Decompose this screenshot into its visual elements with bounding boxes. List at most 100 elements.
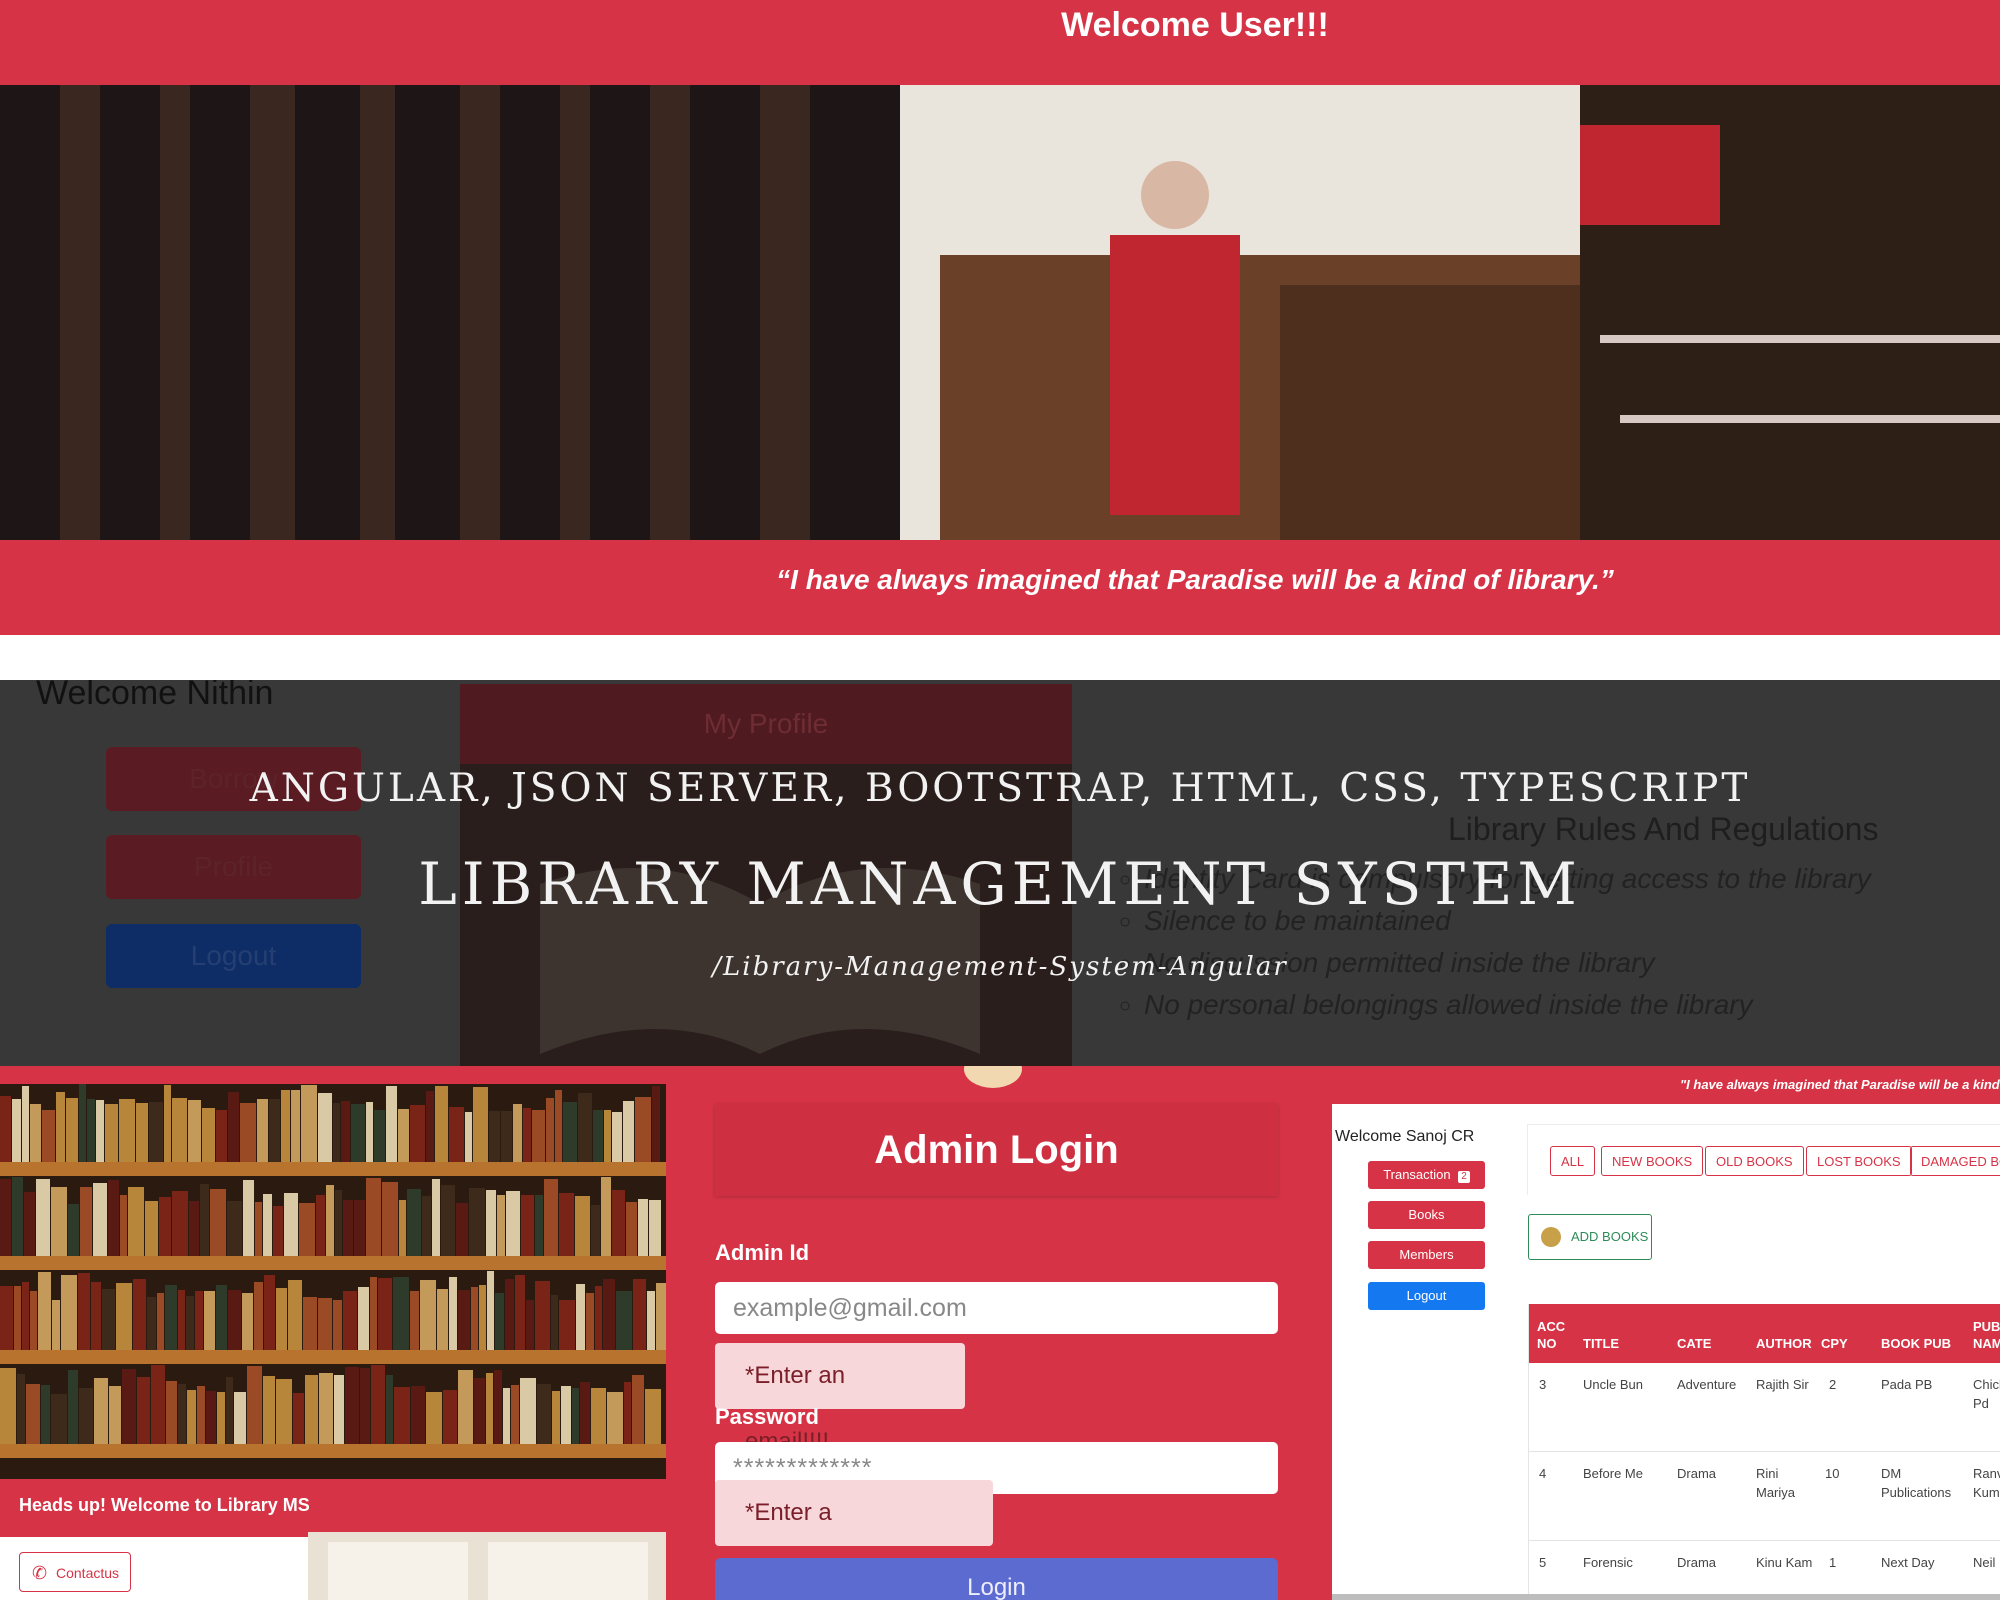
homepage-panel: Heads up! Welcome to Library MS ✆ Contac… (0, 1066, 666, 1600)
book-spine (291, 1090, 300, 1162)
book-spine (537, 1384, 551, 1444)
book-spine (228, 1290, 241, 1350)
book-spine (178, 1290, 185, 1350)
book-spine (603, 1279, 615, 1350)
book-spine (465, 1112, 472, 1162)
heads-up-alert: Heads up! Welcome to Library MS (0, 1479, 666, 1537)
book-spine (157, 1293, 164, 1350)
filter-new-books-button[interactable]: NEW BOOKS (1601, 1146, 1704, 1176)
book-spine (458, 1370, 473, 1444)
book-spine (38, 1272, 51, 1350)
table-cell: 10 (1825, 1466, 1840, 1481)
table-row[interactable]: 3 Uncle Bun Adventure Rajith Sir 2 Pada … (1529, 1363, 2000, 1452)
book-spine (51, 1394, 67, 1444)
book-spine (299, 1203, 315, 1256)
filter-all-button[interactable]: ALL (1550, 1146, 1596, 1176)
horizontal-scrollbar[interactable] (1332, 1594, 2000, 1600)
book-spine (494, 1370, 502, 1444)
admin-dashboard-panel: "I have always imagined that Paradise wi… (1332, 1066, 2000, 1600)
book-spine (437, 1289, 448, 1350)
library-hero-image (0, 85, 2000, 540)
book-spine (24, 1192, 35, 1256)
book-spine (572, 1388, 579, 1444)
email-error-alert: *Enter an email!!!!. (715, 1343, 965, 1455)
avatar-icon (964, 1066, 1022, 1088)
sidebar-item-books[interactable]: Books (1368, 1201, 1485, 1229)
admin-login-panel: Admin Login Admin Id example@gmail.com *… (666, 1066, 1332, 1600)
book-spine (149, 1102, 163, 1162)
table-cell: Uncle Bun (1583, 1377, 1643, 1392)
book-spine (178, 1384, 186, 1444)
table-row[interactable]: 5 Forensic Drama Kinu Kam 1 Next Day Nei… (1529, 1541, 2000, 1600)
book-spine (551, 1295, 558, 1350)
book-spine (109, 1386, 121, 1444)
book-spine (255, 1202, 262, 1256)
book-spine (202, 1108, 215, 1162)
book-spine (263, 1376, 275, 1444)
book-spine (515, 1275, 525, 1350)
page (328, 1542, 468, 1600)
book-spine (604, 1110, 611, 1162)
book-spine (394, 1387, 410, 1444)
contact-us-button[interactable]: ✆ Contactus (19, 1552, 131, 1592)
book-spine (410, 1291, 419, 1350)
table-cell: Ranv Kum (1973, 1466, 2000, 1500)
table-cell: Before Me (1583, 1466, 1643, 1481)
book-spine (501, 1111, 512, 1162)
book-spine (426, 1091, 434, 1162)
my-profile-header: My Profile (460, 684, 1072, 764)
book-spine (471, 1287, 478, 1350)
top-header-bar: Welcome User!!! (0, 0, 2000, 85)
book-spine (333, 1103, 340, 1162)
admin-email-input[interactable]: example@gmail.com (715, 1282, 1278, 1334)
book-spine (520, 1378, 536, 1444)
book-spine (343, 1291, 357, 1350)
book-spine (303, 1297, 317, 1350)
book-spine (22, 1282, 29, 1350)
filter-damaged-books-button[interactable]: DAMAGED BO (1910, 1146, 2000, 1176)
add-books-button[interactable]: ADD BOOKS (1528, 1214, 1652, 1260)
book-spine (366, 1178, 381, 1256)
panel-top-strip (0, 1066, 666, 1084)
book-spine (264, 1275, 275, 1350)
book-spine (559, 1300, 575, 1350)
book-spine (407, 1189, 421, 1256)
book-spine (187, 1390, 196, 1444)
table-row[interactable]: 4 Before Me Drama Rini Mariya 10 DM Publ… (1529, 1452, 2000, 1541)
book-spine (479, 1285, 486, 1350)
book-spine (343, 1200, 353, 1256)
sidebar-logout-button[interactable]: Logout (1368, 1282, 1485, 1310)
book-spine (79, 1388, 93, 1444)
book-spine (366, 1102, 373, 1162)
book-spine (506, 1191, 520, 1256)
book-spine (473, 1087, 488, 1162)
book-spine (116, 1283, 132, 1350)
table-cell: DM Publications (1881, 1466, 1952, 1500)
book-spine (612, 1190, 625, 1256)
filter-lost-books-button[interactable]: LOST BOOKS (1806, 1146, 1912, 1176)
sidebar-item-transaction[interactable]: Transaction 2 (1368, 1161, 1485, 1189)
book-spine (435, 1086, 448, 1162)
filter-old-books-button[interactable]: OLD BOOKS (1705, 1146, 1804, 1176)
book-spine (652, 1086, 660, 1162)
book-spine (555, 1090, 562, 1162)
book-spine (586, 1293, 594, 1350)
sidebar-item-members[interactable]: Members (1368, 1241, 1485, 1269)
book-spine (616, 1291, 632, 1350)
table-cell: Chick Pd (1973, 1377, 2000, 1411)
book-spine (52, 1300, 60, 1350)
quote-bar: “I have always imagined that Paradise wi… (0, 540, 2000, 635)
book-spine (145, 1201, 158, 1256)
book-spine (333, 1300, 342, 1350)
book-spine (318, 1093, 332, 1162)
book-spine (546, 1098, 554, 1162)
book-spine (78, 1273, 90, 1350)
book-spine (166, 1381, 177, 1444)
book-spine (623, 1101, 634, 1162)
repo-path-text: /Library-Management-System-Angular (712, 952, 1288, 982)
login-button[interactable]: Login (715, 1558, 1278, 1600)
column-header: CATE (1677, 1336, 1712, 1351)
book-spine (42, 1110, 55, 1162)
book-spine (204, 1291, 215, 1350)
book-spine (288, 1280, 302, 1350)
